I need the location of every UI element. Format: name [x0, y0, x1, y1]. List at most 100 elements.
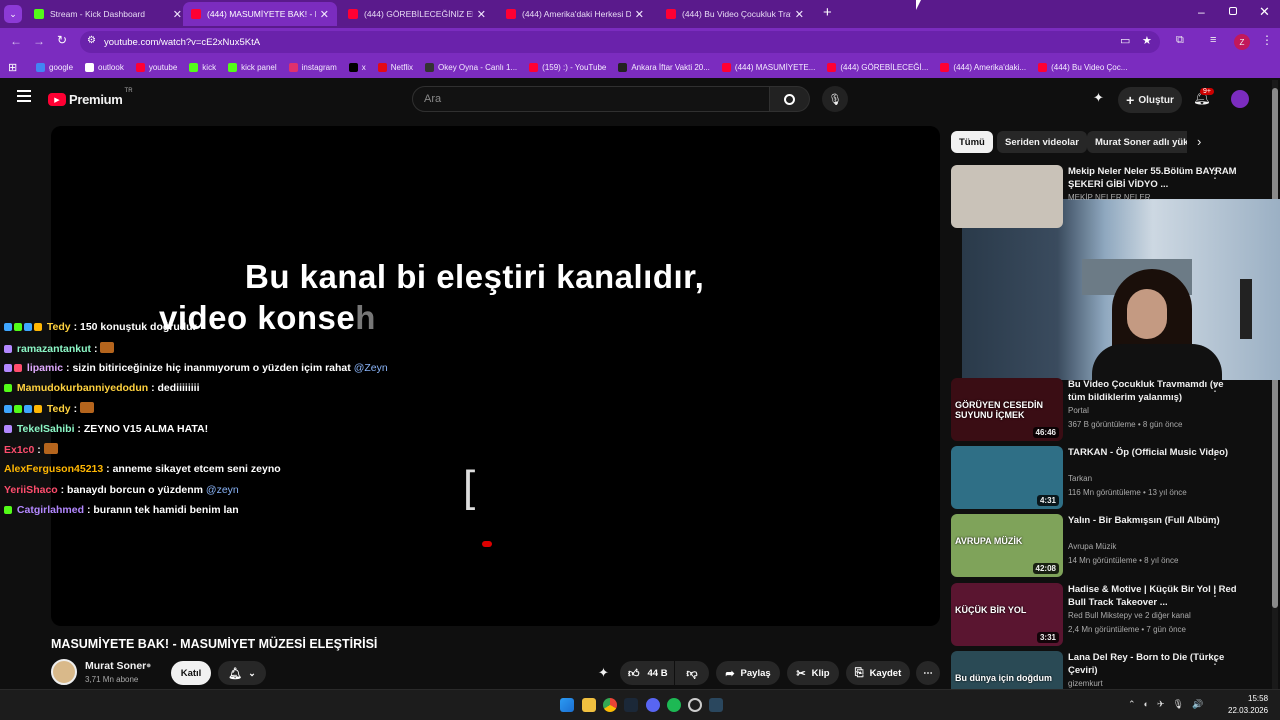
- bookmark-item[interactable]: (444) Bu Video Çoc...: [1038, 62, 1127, 72]
- close-tab-icon[interactable]: ✕: [635, 8, 644, 21]
- sparkle-icon[interactable]: ✦: [598, 665, 609, 681]
- bookmark-item[interactable]: Netflix: [377, 62, 413, 72]
- minimize-button[interactable]: –: [1198, 5, 1205, 19]
- obs-icon[interactable]: [688, 698, 702, 712]
- more-options-icon[interactable]: ⋮: [1209, 167, 1221, 181]
- save-button[interactable]: ⎘ Kaydet: [846, 661, 910, 685]
- recommended-video[interactable]: KÜÇÜK BİR YOL 3:31 Hadise & Motive | Küçük…: [951, 583, 1269, 647]
- recommended-video[interactable]: AVRUPA MÜZİK 42:08 Yalın - Bir Bakmışsın (…: [951, 514, 1269, 578]
- bookmark-item[interactable]: google: [36, 62, 73, 72]
- media-icon[interactable]: ≡: [1210, 34, 1216, 46]
- menu-icon[interactable]: [17, 90, 31, 102]
- bookmark-item[interactable]: (444) Amerika'daki...: [940, 62, 1026, 72]
- tab-2[interactable]: (444) GÖREBİLECEĞİNİZ EN ŞE ✕: [340, 2, 494, 26]
- video-thumbnail[interactable]: 4:31: [951, 446, 1063, 509]
- channel-avatar[interactable]: [51, 659, 77, 685]
- bookmark-item[interactable]: (159) :) - YouTube: [529, 62, 606, 72]
- chevron-right-icon[interactable]: ›: [1197, 134, 1201, 149]
- chat-username[interactable]: YeriiShaco: [4, 484, 58, 496]
- discord-icon[interactable]: [646, 698, 660, 712]
- clock-time[interactable]: 15:58: [1248, 694, 1268, 703]
- dislike-button[interactable]: 👎︎: [675, 661, 709, 685]
- chat-username[interactable]: Tedy: [47, 403, 71, 415]
- chat-username[interactable]: Tedy: [47, 321, 71, 333]
- close-tab-icon[interactable]: ✕: [173, 8, 182, 21]
- search-input[interactable]: Ara: [412, 86, 770, 112]
- chat-username[interactable]: TekelSahibi: [17, 423, 75, 435]
- search-button[interactable]: [770, 86, 810, 112]
- video-thumbnail[interactable]: AVRUPA MÜZİK 42:08: [951, 514, 1063, 577]
- close-tab-icon[interactable]: ✕: [795, 8, 804, 21]
- create-button[interactable]: + Oluştur: [1118, 87, 1182, 113]
- close-window-button[interactable]: ✕: [1259, 4, 1270, 20]
- chat-username[interactable]: Mamudokurbanniyedodun: [17, 382, 148, 394]
- voice-search-icon[interactable]: 🎙︎: [822, 86, 848, 112]
- bookmark-item[interactable]: (444) MASUMİYETE...: [721, 62, 815, 72]
- bookmark-star-icon[interactable]: ★: [1142, 34, 1152, 47]
- chat-username[interactable]: AlexFerguson45213: [4, 463, 103, 475]
- windows-start-icon[interactable]: [560, 698, 574, 712]
- bookmark-item[interactable]: outlook: [85, 62, 124, 72]
- chip-series[interactable]: Seriden videolar: [997, 131, 1087, 153]
- more-options-icon[interactable]: ⋮: [1209, 448, 1221, 462]
- steam-icon[interactable]: [624, 698, 638, 712]
- like-button[interactable]: 👍︎ 44 B: [620, 661, 674, 685]
- tab-3[interactable]: (444) Amerika'daki Herkesi Ded ✕: [498, 2, 652, 26]
- profile-avatar[interactable]: Z: [1234, 34, 1250, 50]
- site-info-icon[interactable]: ⚙: [87, 35, 96, 46]
- clip-button[interactable]: ✂ Klip: [787, 661, 839, 685]
- youtube-logo[interactable]: ▶ Premium TR: [48, 88, 133, 107]
- bookmark-item[interactable]: Okey Oyna - Canlı 1...: [425, 62, 517, 72]
- chat-username[interactable]: Ex1c0: [4, 444, 34, 456]
- more-options-icon[interactable]: ⋮: [1209, 653, 1221, 667]
- steam-icon-2[interactable]: [709, 698, 723, 712]
- more-options-icon[interactable]: ⋮: [1209, 516, 1221, 530]
- more-options-icon[interactable]: ⋮: [1209, 380, 1221, 394]
- browser-menu-icon[interactable]: ⋮: [1261, 33, 1273, 47]
- forward-icon[interactable]: →: [33, 34, 45, 48]
- subscribed-bell-button[interactable]: 🔔︎ ⌄: [218, 661, 266, 685]
- apps-icon[interactable]: ⊞: [8, 61, 17, 74]
- chat-username[interactable]: lipamic: [27, 362, 63, 374]
- close-tab-icon[interactable]: ✕: [320, 8, 329, 21]
- tray-icons[interactable]: ⌃◐✈🎙︎🔊: [1128, 699, 1211, 710]
- more-actions-button[interactable]: ⋯: [916, 661, 940, 685]
- video-thumbnail[interactable]: KÜÇÜK BİR YOL 3:31: [951, 583, 1063, 646]
- more-options-icon[interactable]: ⋮: [1209, 585, 1221, 599]
- scrollbar[interactable]: [1272, 80, 1278, 689]
- file-explorer-icon[interactable]: [582, 698, 596, 712]
- bookmark-item[interactable]: Ankara İftar Vakti 20...: [618, 62, 710, 72]
- chip-channel[interactable]: Murat Soner adlı yük: [1087, 131, 1187, 153]
- reload-icon[interactable]: ↻: [57, 33, 67, 47]
- bookmark-item[interactable]: (444) GÖREBİLECEĞİ...: [827, 62, 928, 72]
- close-tab-icon[interactable]: ✕: [477, 8, 486, 21]
- video-thumbnail[interactable]: GÖRÜYEN CESEDİN SUYUNU İÇMEK 46:46: [951, 378, 1063, 441]
- bookmark-item[interactable]: x: [348, 62, 366, 72]
- video-thumbnail[interactable]: [951, 165, 1063, 228]
- tab-0[interactable]: Stream - Kick Dashboard ✕: [26, 2, 190, 26]
- account-avatar[interactable]: [1231, 90, 1249, 108]
- back-icon[interactable]: ←: [10, 34, 22, 48]
- recommended-video[interactable]: Mekip Neler Neler 55.Bölüm BAYRAM ŞEKERİ…: [951, 165, 1269, 229]
- chat-username[interactable]: Catgirlahmed: [17, 504, 84, 516]
- tab-search-button[interactable]: ⌄: [4, 5, 22, 23]
- channel-name[interactable]: Murat Soner: [85, 660, 146, 672]
- share-button[interactable]: ➦ Paylaş: [716, 661, 780, 685]
- bookmark-item[interactable]: youtube: [135, 62, 177, 72]
- maximize-button[interactable]: [1229, 7, 1237, 15]
- bookmark-item[interactable]: instagram: [288, 62, 337, 72]
- cast-icon[interactable]: ▭: [1120, 34, 1130, 47]
- bookmark-item[interactable]: kick: [189, 62, 216, 72]
- tab-1[interactable]: (444) MASUMİYETE BAK! - MA ✕: [183, 2, 337, 26]
- new-tab-button[interactable]: +: [823, 4, 832, 21]
- clock-date[interactable]: 22.03.2026: [1228, 706, 1268, 715]
- create-icon-decor[interactable]: ✦: [1093, 90, 1104, 106]
- chip-all[interactable]: Tümü: [951, 131, 993, 153]
- bookmark-item[interactable]: kick panel: [228, 62, 277, 72]
- chrome-icon[interactable]: [603, 698, 617, 712]
- address-bar[interactable]: ⚙ youtube.com/watch?v=cE2xNux5KtA ▭ ★: [80, 31, 1160, 53]
- tab-4[interactable]: (444) Bu Video Çocukluk Travm ✕: [658, 2, 812, 26]
- extensions-icon[interactable]: ⧉: [1176, 34, 1184, 47]
- spotify-icon[interactable]: [667, 698, 681, 712]
- recommended-video[interactable]: 4:31 TARKAN - Öp (Official Music Video) Ta…: [951, 446, 1269, 510]
